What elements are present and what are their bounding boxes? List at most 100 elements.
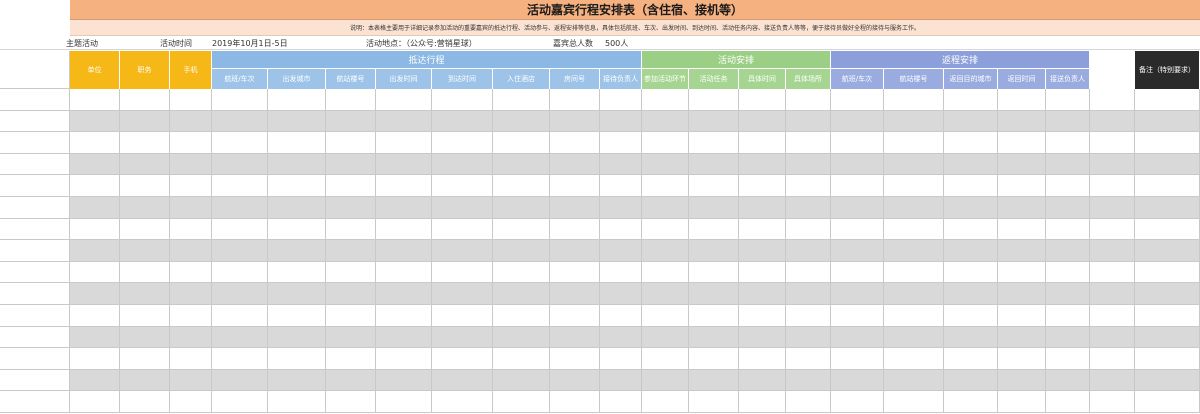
table-cell[interactable] (600, 89, 642, 111)
table-cell[interactable] (120, 283, 170, 305)
unit-header[interactable]: 单位 (70, 51, 120, 89)
table-cell[interactable] (786, 240, 831, 262)
table-cell[interactable] (326, 240, 376, 262)
table-cell[interactable] (268, 218, 326, 241)
table-cell[interactable] (376, 283, 432, 305)
table-cell[interactable] (70, 175, 120, 197)
table-cell[interactable] (70, 110, 120, 133)
table-cell[interactable] (689, 218, 739, 241)
row-header-cell[interactable] (0, 305, 70, 327)
time-label[interactable]: 活动时间 (160, 38, 192, 49)
table-cell[interactable] (120, 305, 170, 327)
table-cell[interactable] (268, 197, 326, 219)
table-cell[interactable] (600, 326, 642, 349)
table-cell[interactable] (1046, 261, 1090, 284)
return-col-header[interactable]: 航班/车次 (831, 68, 884, 89)
table-cell[interactable] (120, 110, 170, 133)
table-cell[interactable] (1090, 153, 1135, 176)
table-cell[interactable] (268, 369, 326, 392)
table-cell[interactable] (550, 391, 600, 413)
row-header-cell[interactable] (0, 261, 70, 284)
row-header-cell[interactable] (0, 348, 70, 370)
table-cell[interactable] (786, 218, 831, 241)
table-cell[interactable] (998, 218, 1046, 241)
table-cell[interactable] (1135, 305, 1200, 327)
table-cell[interactable] (120, 89, 170, 111)
table-cell[interactable] (786, 391, 831, 413)
table-cell[interactable] (600, 261, 642, 284)
table-cell[interactable] (884, 348, 944, 370)
table-cell[interactable] (786, 283, 831, 305)
table-cell[interactable] (550, 348, 600, 370)
table-cell[interactable] (998, 261, 1046, 284)
table-cell[interactable] (739, 110, 786, 133)
table-cell[interactable] (831, 89, 884, 111)
table-cell[interactable] (376, 132, 432, 154)
table-cell[interactable] (1090, 326, 1135, 349)
table-cell[interactable] (831, 348, 884, 370)
remark-header[interactable]: 备注（特别要求） (1135, 51, 1200, 89)
activity-col-header[interactable]: 具体场所 (786, 68, 831, 89)
row-header-cell[interactable] (0, 391, 70, 413)
table-cell[interactable] (786, 89, 831, 111)
table-cell[interactable] (170, 153, 212, 176)
table-cell[interactable] (432, 175, 493, 197)
row-header-cell[interactable] (0, 132, 70, 154)
table-cell[interactable] (493, 283, 550, 305)
table-cell[interactable] (493, 132, 550, 154)
table-cell[interactable] (170, 89, 212, 111)
table-cell[interactable] (739, 261, 786, 284)
table-cell[interactable] (1135, 391, 1200, 413)
table-cell[interactable] (268, 175, 326, 197)
table-cell[interactable] (1046, 283, 1090, 305)
table-cell[interactable] (998, 391, 1046, 413)
table-cell[interactable] (1046, 240, 1090, 262)
table-cell[interactable] (739, 369, 786, 392)
table-cell[interactable] (600, 348, 642, 370)
table-cell[interactable] (642, 348, 689, 370)
table-cell[interactable] (600, 218, 642, 241)
table-cell[interactable] (1090, 348, 1135, 370)
table-cell[interactable] (689, 132, 739, 154)
table-cell[interactable] (642, 391, 689, 413)
table-cell[interactable] (120, 197, 170, 219)
table-cell[interactable] (376, 218, 432, 241)
table-cell[interactable] (1090, 240, 1135, 262)
position-header[interactable]: 职务 (120, 51, 170, 89)
table-cell[interactable] (1046, 132, 1090, 154)
table-cell[interactable] (70, 153, 120, 176)
activity-col-header[interactable]: 参加活动环节 (642, 68, 689, 89)
table-cell[interactable] (120, 218, 170, 241)
table-cell[interactable] (550, 305, 600, 327)
table-cell[interactable] (739, 348, 786, 370)
table-cell[interactable] (998, 197, 1046, 219)
table-cell[interactable] (884, 110, 944, 133)
table-cell[interactable] (170, 175, 212, 197)
table-cell[interactable] (70, 369, 120, 392)
table-cell[interactable] (120, 326, 170, 349)
table-cell[interactable] (600, 132, 642, 154)
table-cell[interactable] (212, 218, 268, 241)
table-cell[interactable] (642, 326, 689, 349)
table-cell[interactable] (786, 153, 831, 176)
table-cell[interactable] (689, 369, 739, 392)
table-cell[interactable] (120, 153, 170, 176)
table-cell[interactable] (212, 369, 268, 392)
table-cell[interactable] (689, 153, 739, 176)
table-cell[interactable] (212, 305, 268, 327)
table-cell[interactable] (739, 240, 786, 262)
table-cell[interactable] (120, 369, 170, 392)
activity-col-header[interactable]: 活动任务 (689, 68, 739, 89)
table-cell[interactable] (376, 305, 432, 327)
table-cell[interactable] (600, 305, 642, 327)
arrival-col-header[interactable]: 航站楼号 (326, 68, 376, 89)
table-cell[interactable] (944, 153, 998, 176)
table-cell[interactable] (212, 283, 268, 305)
table-cell[interactable] (326, 89, 376, 111)
table-cell[interactable] (739, 175, 786, 197)
table-cell[interactable] (268, 240, 326, 262)
table-cell[interactable] (884, 153, 944, 176)
table-cell[interactable] (1135, 261, 1200, 284)
table-cell[interactable] (170, 348, 212, 370)
table-cell[interactable] (326, 153, 376, 176)
